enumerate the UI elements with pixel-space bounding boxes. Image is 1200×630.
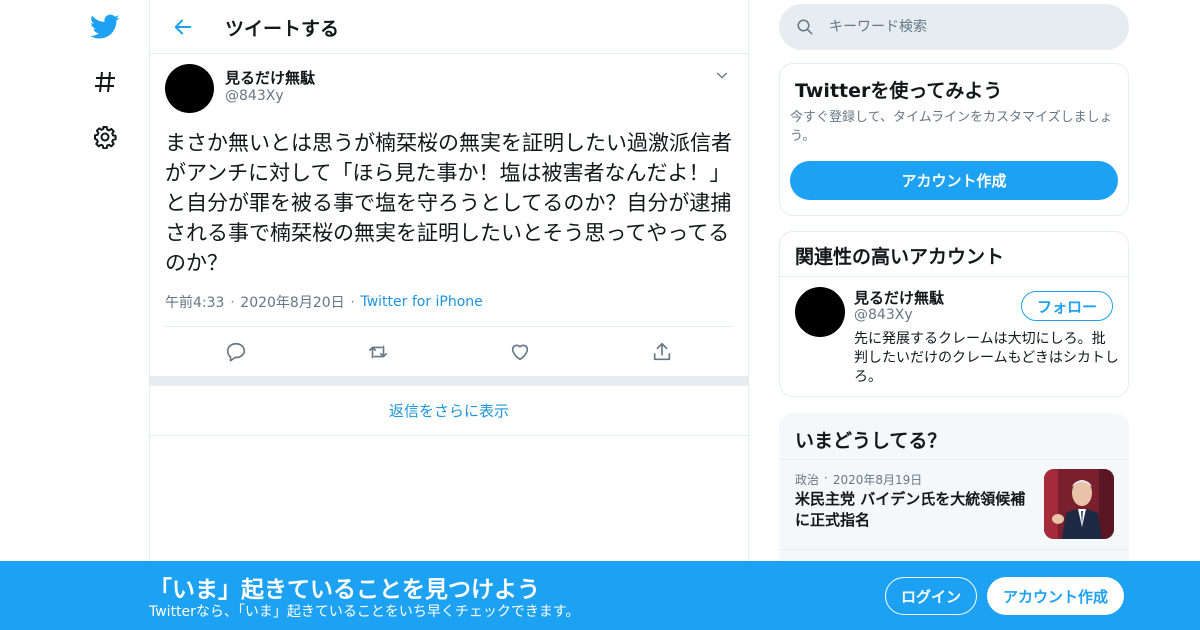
card-divider [780, 549, 1128, 550]
author-avatar[interactable] [165, 64, 214, 113]
signup-card: Twitterを使ってみよう 今すぐ登録して、タイムラインをカスタマイズしましょ… [779, 63, 1129, 216]
meta-separator: · [824, 471, 828, 485]
related-account-handle[interactable]: @843Xy [854, 307, 913, 323]
tweet-date[interactable]: 2020年8月20日 [240, 292, 344, 312]
login-button[interactable]: ログイン [885, 577, 977, 615]
search-bar [779, 4, 1129, 50]
trend-category: 政治 [795, 473, 820, 487]
page-title: ツイートする [225, 18, 340, 40]
hashtag-icon[interactable] [88, 65, 122, 99]
share-icon[interactable] [591, 337, 733, 367]
settings-gear-icon[interactable] [88, 120, 122, 154]
trend-headline-link[interactable]: 米民主党 バイデン氏を大統領候補に正式指名 [795, 489, 1035, 531]
related-account-avatar[interactable] [795, 287, 845, 337]
signup-card-description: 今すぐ登録して、タイムラインをカスタマイズしましょう。 [790, 110, 1113, 144]
trends-card-title: いまどうしてる？ [795, 430, 947, 452]
related-accounts-card: 関連性の高いアカウント 見るだけ無駄 @843Xy フォロー 先に発展するクレー… [779, 231, 1129, 397]
section-separator [150, 376, 748, 386]
tweet-meta: 午前4:33 · 2020年8月20日 · Twitter for iPhone [165, 292, 483, 312]
author-handle[interactable]: @843Xy [225, 88, 284, 104]
left-navigation [80, 0, 130, 630]
search-input[interactable] [829, 19, 1109, 35]
twitter-bird-icon[interactable] [88, 10, 122, 44]
search-icon [795, 17, 815, 37]
tweet-source-link[interactable]: Twitter for iPhone [360, 294, 482, 310]
follow-button[interactable]: フォロー [1021, 291, 1113, 321]
trend-meta: 政治 · 2020年8月19日 [795, 471, 922, 488]
banner-create-account-button[interactable]: アカウント作成 [987, 577, 1124, 615]
arrow-left-icon[interactable] [168, 12, 198, 42]
chevron-down-icon[interactable] [714, 67, 734, 87]
tweet-divider [165, 326, 733, 327]
related-account-name[interactable]: 見るだけ無駄 [854, 287, 944, 308]
tweet-actions [165, 337, 733, 367]
trend-thumbnail[interactable] [1044, 469, 1114, 539]
related-card-title: 関連性の高いアカウント [795, 246, 1005, 268]
show-more-replies-link[interactable]: 返信をさらに表示 [150, 386, 748, 436]
retweet-icon[interactable] [307, 337, 449, 367]
card-divider [780, 276, 1128, 277]
main-header: ツイートする [150, 0, 748, 54]
meta-separator: · [350, 295, 355, 309]
card-divider [780, 459, 1128, 460]
tweet-detail: 見るだけ無駄 @843Xy まさか無いとは思うが楠栞桜の無実を証明したい過激派信… [150, 54, 748, 376]
reply-icon[interactable] [165, 337, 307, 367]
banner-subtitle: Twitterなら、「いま」起きていることをいち早くチェックできます。 [149, 604, 580, 620]
meta-separator: · [230, 295, 235, 309]
banner-title: 「いま」起きていることを見つけよう [149, 577, 540, 603]
signup-card-title: Twitterを使ってみよう [795, 80, 1003, 102]
like-heart-icon[interactable] [449, 337, 591, 367]
tweet-time[interactable]: 午前4:33 [165, 292, 224, 312]
related-account-bio: 先に発展するクレームは大切にしろ。批判したいだけのクレームもどきはシカトしろ。 [854, 331, 1119, 385]
author-name[interactable]: 見るだけ無駄 [225, 67, 315, 88]
trend-date: 2020年8月19日 [832, 473, 923, 487]
bottom-signup-banner: 「いま」起きていることを見つけよう Twitterなら、「いま」起きていることを… [0, 561, 1200, 630]
main-column: ツイートする 見るだけ無駄 @843Xy まさか無いとは思うが楠栞桜の無実を証明… [149, 0, 749, 630]
tweet-text: まさか無いとは思うが楠栞桜の無実を証明したい過激派信者がアンチに対して「ほら見た… [165, 131, 732, 275]
create-account-button[interactable]: アカウント作成 [790, 161, 1118, 200]
